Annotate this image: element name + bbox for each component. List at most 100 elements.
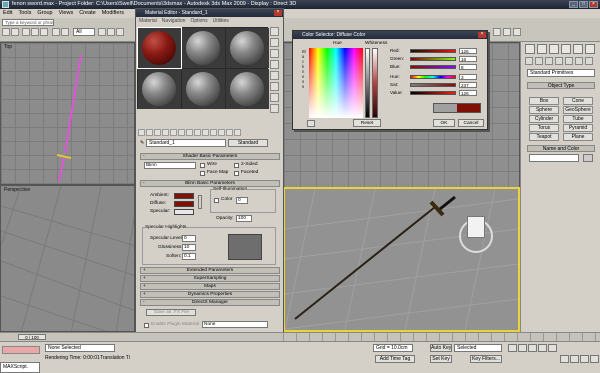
zoom-all-icon[interactable] [570, 355, 579, 363]
cameras-icon[interactable] [555, 57, 563, 65]
dynamics-rollout[interactable]: + Dynamics Properties [140, 291, 280, 298]
viewport-perspective[interactable] [283, 187, 520, 332]
maps-rollout[interactable]: + Maps [140, 283, 280, 290]
rendered-frame-icon[interactable] [503, 28, 511, 36]
go-forward-to-sibling-icon[interactable] [234, 129, 241, 136]
select-object-icon[interactable] [52, 28, 60, 36]
tube-button[interactable]: Tube [563, 115, 593, 123]
unlink-icon[interactable] [31, 28, 39, 36]
helpers-icon[interactable] [565, 57, 573, 65]
shader-type-dropdown[interactable]: Blinn [144, 162, 196, 169]
shapes-icon[interactable] [535, 57, 543, 65]
wire-checkbox[interactable] [200, 163, 205, 168]
green-slider[interactable] [410, 57, 456, 61]
name-and-color-rollout[interactable]: Name and Color [527, 145, 595, 152]
sample-slot-3[interactable] [226, 28, 269, 68]
select-scale-icon[interactable] [116, 28, 124, 36]
auto-key-button[interactable]: Auto Key [430, 344, 452, 352]
face-map-checkbox[interactable] [200, 171, 205, 176]
menu-tools[interactable]: Tools [18, 9, 31, 18]
video-color-check-icon[interactable] [270, 71, 279, 80]
sample-slot-4[interactable] [138, 69, 181, 109]
put-to-scene-icon[interactable] [146, 129, 153, 136]
make-unique-icon[interactable] [186, 129, 193, 136]
menu-utilities[interactable]: Utilities [213, 17, 229, 25]
enable-plugin-checkbox[interactable] [144, 323, 149, 328]
material-options-icon[interactable] [270, 93, 279, 102]
glossiness-field[interactable]: 10 [182, 244, 196, 251]
get-material-icon[interactable] [138, 129, 145, 136]
faceted-checkbox[interactable] [234, 171, 239, 176]
viewport-perspective-left[interactable]: Perspective [0, 185, 135, 332]
lights-icon[interactable] [545, 57, 553, 65]
maximize-button[interactable]: □ [579, 1, 588, 8]
whiteness-bar[interactable] [372, 48, 378, 118]
menu-group[interactable]: Group [37, 9, 52, 18]
hue-field[interactable]: 3 [459, 74, 477, 80]
sample-type-icon[interactable] [270, 27, 279, 36]
material-editor-close-button[interactable]: × [274, 10, 282, 16]
specular-color-swatch[interactable] [174, 209, 194, 215]
backlight-icon[interactable] [270, 38, 279, 47]
directx-rollout[interactable]: - DirectX Manager [140, 299, 280, 306]
object-name-field[interactable] [529, 154, 579, 162]
quick-render-icon[interactable] [513, 28, 521, 36]
soften-field[interactable]: 0.1 [182, 253, 196, 260]
blinn-basic-rollout[interactable]: - Blinn Basic Parameters [140, 180, 280, 187]
utilities-tab-icon[interactable] [585, 44, 595, 54]
diffuse-color-swatch[interactable] [174, 201, 194, 207]
red-field[interactable]: 126 [459, 48, 477, 54]
go-to-parent-icon[interactable] [226, 129, 233, 136]
systems-icon[interactable] [585, 57, 593, 65]
go-to-end-icon[interactable] [548, 344, 557, 352]
box-button[interactable]: Box [529, 97, 559, 105]
color-selector-close-button[interactable]: × [478, 32, 486, 38]
close-button[interactable]: × [589, 1, 598, 8]
pan-icon[interactable] [580, 355, 589, 363]
select-rotate-icon[interactable] [107, 28, 115, 36]
geometry-icon[interactable] [525, 57, 533, 65]
sample-slot-2[interactable] [182, 28, 225, 68]
sphere-button[interactable]: Sphere [529, 106, 559, 114]
menu-options[interactable]: Options [190, 17, 207, 25]
modify-tab-icon[interactable] [537, 44, 547, 54]
create-tab-icon[interactable] [525, 44, 535, 54]
track-bar[interactable] [283, 332, 600, 341]
key-selection-dropdown[interactable]: Selected [454, 344, 502, 352]
orbit-icon[interactable] [590, 355, 599, 363]
sat-field[interactable]: 237 [459, 82, 477, 88]
sample-slot-6[interactable] [226, 69, 269, 109]
blue-field[interactable]: 8 [459, 64, 477, 70]
set-key-button[interactable]: Set Key [430, 355, 452, 363]
cylinder-button[interactable]: Cylinder [529, 115, 559, 123]
sat-slider[interactable] [410, 83, 456, 87]
material-id-icon[interactable] [202, 129, 209, 136]
object-color-swatch[interactable] [583, 154, 593, 162]
viewport-top[interactable]: Top [0, 42, 135, 185]
material-type-button[interactable]: Standard [228, 139, 268, 147]
value-slider[interactable] [410, 91, 456, 95]
menu-material[interactable]: Material [139, 17, 157, 25]
show-end-result-icon[interactable] [218, 129, 225, 136]
previous-frame-icon[interactable] [518, 344, 527, 352]
motion-tab-icon[interactable] [561, 44, 571, 54]
menu-create[interactable]: Create [79, 9, 96, 18]
eyedropper-icon[interactable] [307, 120, 315, 127]
primitive-type-dropdown[interactable]: Standard Primitives [527, 69, 595, 77]
self-illum-color-checkbox[interactable] [214, 198, 219, 203]
green-field[interactable]: 16 [459, 56, 477, 62]
cone-button[interactable]: Cone [563, 97, 593, 105]
cancel-button[interactable]: Cancel [458, 119, 484, 127]
assign-to-selection-icon[interactable] [154, 129, 161, 136]
red-slider[interactable] [410, 49, 456, 53]
two-sided-checkbox[interactable] [234, 163, 239, 168]
reset-button[interactable]: Reset [353, 119, 381, 127]
show-map-in-viewport-icon[interactable] [210, 129, 217, 136]
bind-space-warp-icon[interactable] [40, 28, 48, 36]
menu-modifiers[interactable]: Modifiers [102, 9, 124, 18]
geosphere-button[interactable]: GeoSphere [563, 106, 593, 114]
minimize-button[interactable]: _ [569, 1, 578, 8]
extended-params-rollout[interactable]: + Extended Parameters [140, 267, 280, 274]
blackness-bar[interactable] [365, 48, 370, 118]
undo-icon[interactable] [2, 28, 10, 36]
